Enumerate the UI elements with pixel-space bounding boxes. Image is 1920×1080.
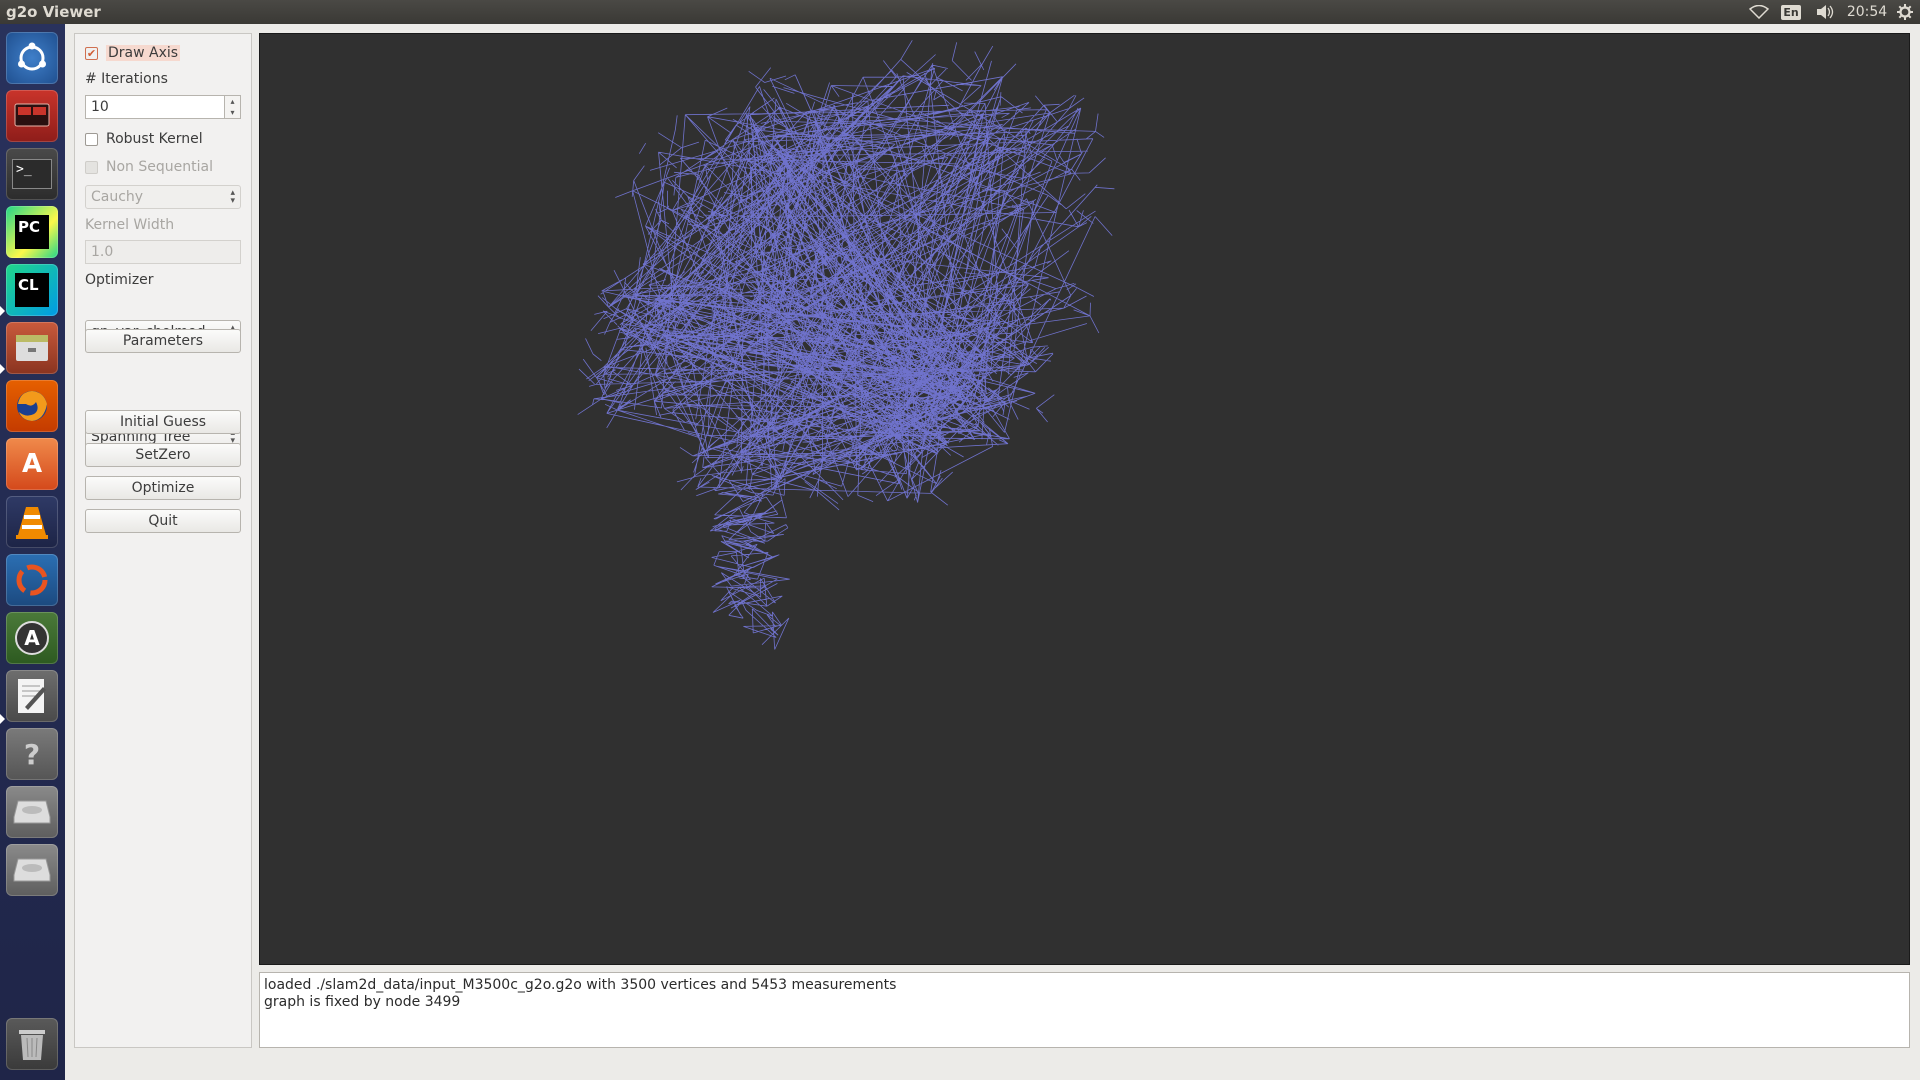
drive-icon[interactable] — [6, 786, 58, 838]
kernel-width-input[interactable]: 1.0 — [85, 240, 241, 264]
control-panel: ✔ Draw Axis # Iterations 10 ▴ ▾ Robust Ke… — [74, 33, 252, 1048]
drive-icon[interactable] — [6, 844, 58, 896]
draw-axis-label: Draw Axis — [106, 45, 181, 61]
quit-button[interactable]: Quit — [85, 509, 241, 533]
initial-guess-button[interactable]: Initial Guess — [85, 410, 241, 434]
keyboard-layout-icon[interactable]: En — [1780, 0, 1802, 24]
running-indicator — [0, 364, 5, 374]
software-center-icon[interactable]: A — [6, 438, 58, 490]
terminal-glyph: >_ — [12, 159, 52, 189]
parameters-button[interactable]: Parameters — [85, 329, 241, 353]
kernel-type-select[interactable]: Cauchy ▴ ▾ — [85, 185, 241, 209]
optimizer-label: Optimizer — [85, 272, 154, 288]
pycharm-glyph: PC — [15, 215, 49, 249]
kernel-type-value: Cauchy — [91, 189, 144, 205]
software-center-glyph: A — [21, 449, 43, 479]
trash-icon[interactable] — [6, 1018, 58, 1070]
log-output[interactable]: loaded ./slam2d_data/input_M3500c_g2o.g2… — [259, 972, 1910, 1048]
text-editor-icon[interactable] — [6, 670, 58, 722]
kernel-width-label: Kernel Width — [85, 217, 175, 233]
window-title: g2o Viewer — [6, 3, 101, 21]
clion-icon[interactable]: CL — [6, 264, 58, 316]
iterations-input[interactable]: 10 — [85, 95, 225, 119]
robust-kernel-box — [85, 132, 98, 146]
wifi-icon[interactable] — [1745, 0, 1773, 24]
non-sequential-box — [85, 160, 98, 174]
pycharm-icon[interactable]: PC — [6, 206, 58, 258]
launcher: >_ PC CL A A ? — [0, 24, 65, 1080]
status-bar — [65, 1056, 1920, 1080]
setzero-button[interactable]: SetZero — [85, 443, 241, 467]
iterations-label: # Iterations — [85, 71, 168, 87]
file-manager-icon[interactable] — [6, 322, 58, 374]
ubuntu-dash-icon[interactable] — [6, 32, 58, 84]
keyboard-layout-label: En — [1781, 4, 1801, 20]
graph-edges-path — [577, 40, 1115, 650]
combo-arrows-icon: ▴▾ — [230, 188, 235, 206]
optimize-button[interactable]: Optimize — [85, 476, 241, 500]
running-indicator — [0, 714, 5, 724]
settings-gear-icon[interactable] — [1893, 0, 1917, 24]
ubuntu-one-icon[interactable] — [6, 554, 58, 606]
software-updater-icon[interactable]: A — [6, 612, 58, 664]
terminal-icon[interactable]: >_ — [6, 148, 58, 200]
graph-viewer[interactable] — [259, 33, 1910, 965]
svg-text:A: A — [24, 626, 40, 650]
robust-kernel-checkbox[interactable]: Robust Kernel — [85, 131, 241, 147]
volume-icon[interactable] — [1812, 0, 1838, 24]
iterations-spinbox[interactable]: 10 ▴ ▾ — [85, 95, 241, 119]
help-icon[interactable]: ? — [6, 728, 58, 780]
log-line: loaded ./slam2d_data/input_M3500c_g2o.g2… — [264, 977, 897, 993]
top-panel: g2o Viewer En 20:54 — [0, 0, 1920, 24]
vlc-icon[interactable] — [6, 496, 58, 548]
draw-axis-check-icon: ✔ — [85, 46, 98, 60]
robust-kernel-label: Robust Kernel — [106, 131, 203, 147]
log-line: graph is fixed by node 3499 — [264, 994, 461, 1010]
running-indicator — [0, 306, 5, 316]
remote-desktop-icon[interactable] — [6, 90, 58, 142]
pose-graph-render — [577, 40, 1115, 650]
firefox-icon[interactable] — [6, 380, 58, 432]
clock[interactable]: 20:54 — [1842, 0, 1892, 24]
non-sequential-label: Non Sequential — [106, 159, 213, 175]
spin-arrows-icon[interactable]: ▴ ▾ — [225, 95, 241, 119]
clion-glyph: CL — [15, 273, 49, 307]
help-glyph: ? — [23, 737, 41, 771]
draw-axis-checkbox[interactable]: ✔ Draw Axis — [85, 45, 241, 61]
non-sequential-checkbox[interactable]: Non Sequential — [85, 159, 241, 175]
